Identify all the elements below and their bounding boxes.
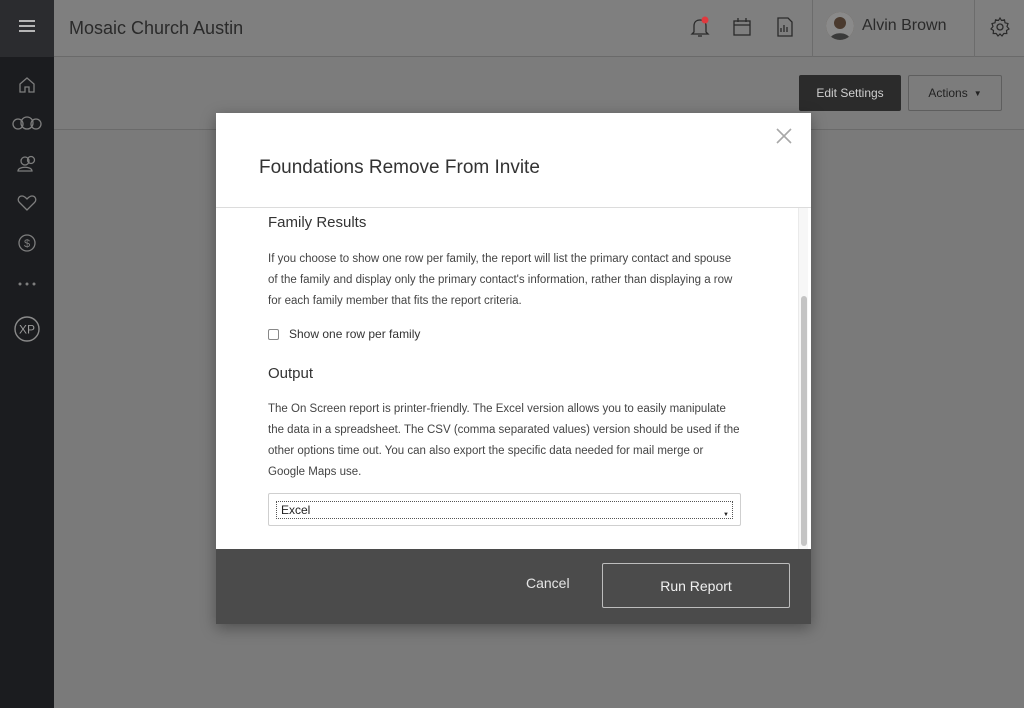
output-format-select[interactable]: Excel ▼ xyxy=(268,493,741,526)
report-icon xyxy=(775,16,795,43)
output-description: The On Screen report is printer-friendly… xyxy=(268,403,740,478)
run-report-button[interactable]: Run Report xyxy=(602,563,790,608)
org-name[interactable]: Mosaic Church Austin xyxy=(69,18,243,39)
checkbox-label: Show one row per family xyxy=(289,327,421,341)
xp-icon: XP xyxy=(13,315,41,343)
modal-title: Foundations Remove From Invite xyxy=(259,157,540,178)
show-one-row-per-family-checkbox[interactable] xyxy=(268,328,279,340)
divider xyxy=(974,0,975,57)
divider xyxy=(812,0,813,57)
edit-settings-button[interactable]: Edit Settings xyxy=(799,75,901,111)
close-icon xyxy=(775,127,793,150)
scrollbar-thumb[interactable] xyxy=(801,296,807,546)
reports-button[interactable] xyxy=(772,16,798,42)
calendar-icon xyxy=(731,16,753,43)
output-format-value: Excel ▼ xyxy=(276,501,733,519)
caret-down-icon: ▼ xyxy=(973,88,982,98)
modal-body[interactable]: Family Results If you choose to show one… xyxy=(216,208,811,549)
actions-label: Actions xyxy=(928,86,968,100)
show-one-row-per-family-option[interactable]: Show one row per family xyxy=(268,327,420,341)
settings-button[interactable] xyxy=(987,16,1013,42)
more-icon xyxy=(17,281,37,287)
svg-text:XP: XP xyxy=(19,323,35,337)
sidebar-item-xp[interactable]: XP xyxy=(0,311,54,347)
notifications-button[interactable] xyxy=(687,16,713,42)
home-icon xyxy=(17,75,37,95)
select-arrow-icon: ▼ xyxy=(723,512,729,518)
report-modal: Foundations Remove From Invite Family Re… xyxy=(216,113,811,624)
sidebar-item-giving[interactable]: $ xyxy=(0,225,54,261)
sidebar-item-care[interactable] xyxy=(0,185,54,221)
user-name: Alvin Brown xyxy=(862,17,947,34)
hamburger-icon xyxy=(19,19,35,38)
user-menu[interactable]: Alvin Brown xyxy=(826,12,946,40)
actions-dropdown-button[interactable]: Actions ▼ xyxy=(908,75,1002,111)
calendar-button[interactable] xyxy=(729,16,755,42)
sidebar-item-groups[interactable] xyxy=(0,106,54,142)
close-button[interactable] xyxy=(773,127,795,149)
menu-toggle-button[interactable] xyxy=(0,0,54,57)
heart-icon xyxy=(17,194,37,212)
cancel-button[interactable]: Cancel xyxy=(526,575,570,591)
sidebar-item-home[interactable] xyxy=(0,67,54,103)
family-results-heading: Family Results xyxy=(268,214,367,231)
svg-text:$: $ xyxy=(24,238,30,250)
modal-footer: Cancel Run Report xyxy=(216,549,811,624)
modal-scrollbar[interactable] xyxy=(798,208,808,549)
output-heading: Output xyxy=(268,365,314,382)
family-results-description: If you choose to show one row per family… xyxy=(268,253,733,307)
sidebar-item-more[interactable] xyxy=(0,266,54,302)
giving-dollar-icon: $ xyxy=(17,233,37,253)
modal-header: Foundations Remove From Invite xyxy=(216,113,811,208)
settings-gear-icon xyxy=(989,16,1011,43)
sidebar: $ XP xyxy=(0,0,54,708)
sidebar-item-people[interactable] xyxy=(0,146,54,182)
top-bar: Mosaic Church Austin Alvin Brown xyxy=(54,0,1024,57)
groups-icon xyxy=(10,114,44,134)
people-icon xyxy=(16,154,38,174)
avatar xyxy=(826,12,854,40)
notification-bell-icon xyxy=(688,15,712,44)
